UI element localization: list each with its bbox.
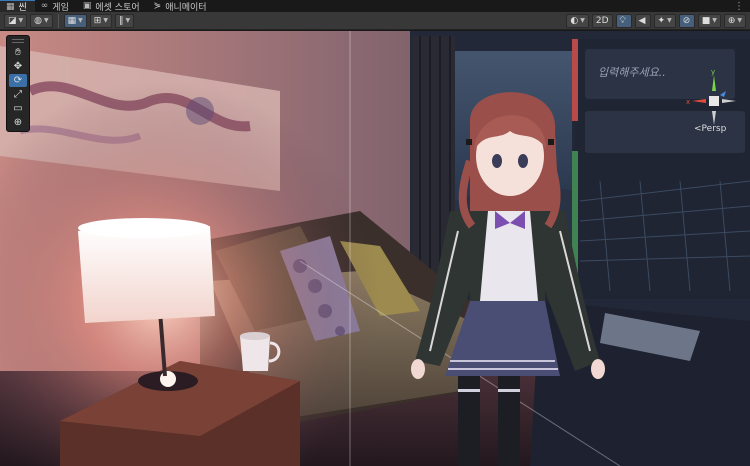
- scene-viewport[interactable]: 입력해주세요.. y x <Persp: [0, 31, 750, 466]
- tab-game[interactable]: ∞ 게임: [35, 0, 77, 13]
- gizmo-x-label: x: [686, 98, 690, 106]
- animator-icon: ⋟: [153, 1, 162, 11]
- gizmo-neg-y-arrow[interactable]: [712, 111, 716, 125]
- transform-icon: ⊕: [13, 117, 23, 128]
- globe-icon: ◍: [34, 15, 42, 26]
- rect-transform-icon: ▭: [13, 103, 23, 114]
- scene-visibility-toggle[interactable]: ⊘: [678, 13, 695, 28]
- tab-animator-label: 애니메이터: [165, 2, 207, 13]
- tab-asset-store-label: 에셋 스토어: [95, 2, 140, 13]
- toolbar-divider: [57, 13, 59, 28]
- transform-tool-button[interactable]: ⊕: [9, 116, 27, 129]
- snap-increment-icon: ⊞: [93, 15, 102, 26]
- camera-icon: ■: [701, 15, 711, 26]
- projection-label: Persp: [701, 124, 727, 134]
- gizmo-center-cube[interactable]: [709, 96, 719, 106]
- move-icon: ✥: [13, 61, 23, 72]
- gizmos-globe-icon: ⊕: [727, 15, 736, 26]
- window-tab-bar: ▦ 씬 ∞ 게임 ▣ 에셋 스토어 ⋟ 애니메이터 ⋮: [0, 0, 750, 13]
- shading-sphere-icon: ◐: [570, 15, 579, 26]
- chevron-down-icon: ▼: [78, 17, 83, 24]
- speaker-icon: ◀︎: [638, 15, 646, 26]
- camera-settings-dropdown[interactable]: ■ ▼: [697, 13, 721, 28]
- gizmo-x-arrow[interactable]: [692, 99, 706, 103]
- gizmo-y-arrow[interactable]: [712, 75, 716, 91]
- gizmos-dropdown[interactable]: ⊕ ▼: [723, 13, 746, 28]
- ruler-icon: ‖: [118, 15, 124, 26]
- store-icon: ▣: [82, 1, 92, 11]
- scene-tools-overlay: ✋︎ ✥ ⟳ ⤢ ▭ ⊕: [6, 35, 30, 132]
- lightbulb-icon: 💡︎: [619, 15, 626, 26]
- draw-mode-icon: ◪: [8, 15, 17, 26]
- gizmo-neg-x-arrow[interactable]: [722, 99, 736, 103]
- shading-mode-dropdown[interactable]: ◐ ▼: [566, 13, 589, 28]
- rotate-tool-button[interactable]: ⟳: [9, 74, 27, 87]
- scene-toolbar: ◪ ▼ ◍ ▼ ▦ ▼ ⊞ ▼ ‖ ▼ ◐ ▼ 2D 💡︎ ◀︎ ✦ ▼ ⊘ ■ ▼ ⊕ ▼: [0, 12, 750, 30]
- chevron-down-icon: ▼: [18, 17, 24, 24]
- grid-icon: ▦: [6, 1, 15, 12]
- draw-mode-dropdown[interactable]: ◪ ▼: [4, 13, 28, 28]
- grid-snap-toggle[interactable]: ▦ ▼: [63, 13, 87, 28]
- scale-tool-button[interactable]: ⤢: [9, 88, 27, 101]
- hand-icon: ✋︎: [15, 47, 21, 58]
- effects-icon: ✦: [657, 15, 666, 26]
- gizmo-y-label: y: [711, 69, 715, 76]
- global-local-dropdown[interactable]: ◍ ▼: [30, 13, 53, 28]
- grid-snap-icon: ▦: [67, 15, 77, 26]
- snap-increment-dropdown[interactable]: ⊞ ▼: [89, 13, 112, 28]
- eye-slash-icon: ⊘: [682, 15, 691, 26]
- effects-dropdown[interactable]: ✦ ▼: [653, 13, 676, 28]
- incremental-snap-dropdown[interactable]: ‖ ▼: [114, 13, 135, 28]
- rect-tool-button[interactable]: ▭: [9, 102, 27, 115]
- lighting-toggle[interactable]: 💡︎: [615, 13, 632, 28]
- scale-icon: ⤢: [14, 89, 22, 100]
- mode-2d-label: 2D: [595, 15, 609, 26]
- chevron-down-icon: ▼: [44, 17, 49, 24]
- chevron-down-icon: ▼: [580, 17, 585, 24]
- hand-tool-button[interactable]: ✋︎: [9, 46, 27, 59]
- tab-scene[interactable]: ▦ 씬: [0, 0, 35, 13]
- screen-input-text: 입력해주세요..: [598, 66, 666, 79]
- scene-render: 입력해주세요..: [0, 31, 750, 466]
- audio-toggle[interactable]: ◀︎: [634, 13, 651, 28]
- chevron-down-icon: ▼: [712, 17, 717, 24]
- gizmo-z-arrow[interactable]: [720, 91, 726, 97]
- tab-asset-store[interactable]: ▣ 에셋 스토어: [77, 0, 148, 13]
- chevron-left-icon: <: [694, 124, 702, 134]
- chevron-down-icon: ▼: [103, 17, 108, 24]
- chevron-down-icon: ▼: [667, 17, 672, 24]
- tab-animator[interactable]: ⋟ 애니메이터: [148, 0, 215, 13]
- move-tool-button[interactable]: ✥: [9, 60, 27, 73]
- rotate-icon: ⟳: [13, 75, 23, 86]
- tab-game-label: 게임: [52, 2, 69, 13]
- chevron-down-icon: ▼: [737, 17, 742, 24]
- projection-toggle[interactable]: <Persp: [694, 124, 726, 134]
- gamepad-icon: ∞: [40, 1, 49, 11]
- drag-handle[interactable]: [12, 39, 24, 43]
- more-options-icon[interactable]: ⋮: [734, 1, 750, 12]
- chevron-down-icon: ▼: [125, 17, 131, 24]
- mode-2d-toggle[interactable]: 2D: [591, 13, 613, 28]
